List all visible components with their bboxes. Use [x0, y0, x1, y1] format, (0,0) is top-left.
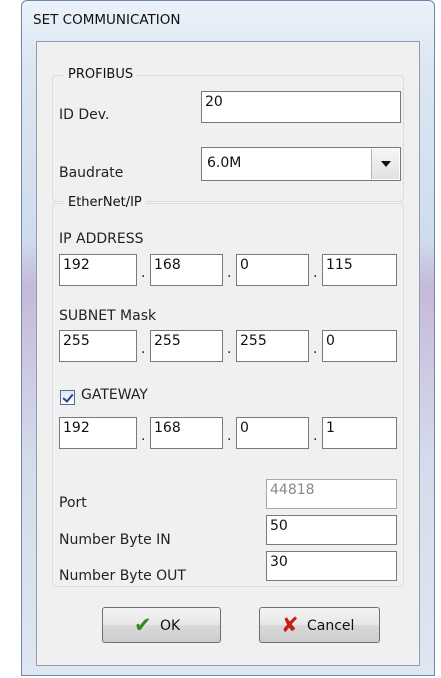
mask-separator: .	[141, 341, 146, 357]
port-input: 44818	[266, 479, 397, 509]
gateway-octet-1[interactable]: 192	[59, 417, 137, 449]
x-icon: ✘	[281, 613, 299, 637]
gateway-separator: .	[227, 428, 232, 444]
baudrate-label: Baudrate	[59, 165, 124, 181]
id-dev-input[interactable]: 20	[201, 91, 401, 123]
cancel-button[interactable]: ✘ Cancel	[259, 607, 380, 643]
ok-button-label: OK	[160, 618, 181, 634]
chevron-down-icon[interactable]	[371, 149, 399, 179]
mask-octet-2[interactable]: 255	[150, 330, 223, 362]
mask-octet-1[interactable]: 255	[59, 330, 137, 362]
gateway-checkbox[interactable]	[60, 390, 75, 405]
ip-octet-2[interactable]: 168	[150, 254, 223, 286]
mask-octet-3[interactable]: 255	[236, 330, 309, 362]
number-byte-in-label: Number Byte IN	[59, 532, 171, 548]
ip-address-label: IP ADDRESS	[59, 231, 144, 247]
gateway-octet-4[interactable]: 1	[322, 417, 397, 449]
baudrate-select[interactable]: 6.0M	[201, 147, 401, 181]
profibus-group: PROFIBUS ID Dev. 20 Baudrate 6.0M	[52, 67, 404, 202]
gateway-octet-3[interactable]: 0	[236, 417, 309, 449]
mask-octet-4[interactable]: 0	[322, 330, 397, 362]
cancel-button-label: Cancel	[307, 618, 355, 634]
profibus-legend: PROFIBUS	[64, 67, 138, 82]
ip-separator: .	[227, 265, 232, 281]
ethernet-ip-group: EtherNet/IP IP ADDRESS 192 . 168 . 0 . 1…	[52, 195, 404, 587]
baudrate-value: 6.0M	[207, 155, 242, 171]
window-title: SET COMMUNICATION	[33, 12, 181, 28]
gateway-separator: .	[141, 428, 146, 444]
ip-octet-1[interactable]: 192	[59, 254, 137, 286]
ok-button[interactable]: ✔ OK	[102, 607, 221, 643]
gateway-label[interactable]: GATEWAY	[81, 387, 148, 403]
gateway-octet-2[interactable]: 168	[150, 417, 223, 449]
set-communication-dialog: SET COMMUNICATION PROFIBUS ID Dev. 20 Ba…	[21, 0, 435, 676]
id-dev-label: ID Dev.	[59, 107, 110, 123]
ip-separator: .	[141, 265, 146, 281]
mask-separator: .	[313, 341, 318, 357]
subnet-mask-label: SUBNET Mask	[59, 308, 157, 324]
number-byte-out-input[interactable]: 30	[266, 551, 397, 581]
ip-octet-4[interactable]: 115	[322, 254, 397, 286]
number-byte-in-input[interactable]: 50	[266, 515, 397, 545]
port-label: Port	[59, 495, 87, 511]
checkmark-icon: ✔	[134, 613, 152, 637]
ethernet-ip-legend: EtherNet/IP	[64, 195, 146, 210]
ip-octet-3[interactable]: 0	[236, 254, 309, 286]
number-byte-out-label: Number Byte OUT	[59, 568, 186, 584]
title-bar[interactable]: SET COMMUNICATION	[22, 1, 434, 41]
gateway-separator: .	[313, 428, 318, 444]
ip-separator: .	[313, 265, 318, 281]
dialog-body: PROFIBUS ID Dev. 20 Baudrate 6.0M EtherN…	[36, 41, 420, 666]
mask-separator: .	[227, 341, 232, 357]
